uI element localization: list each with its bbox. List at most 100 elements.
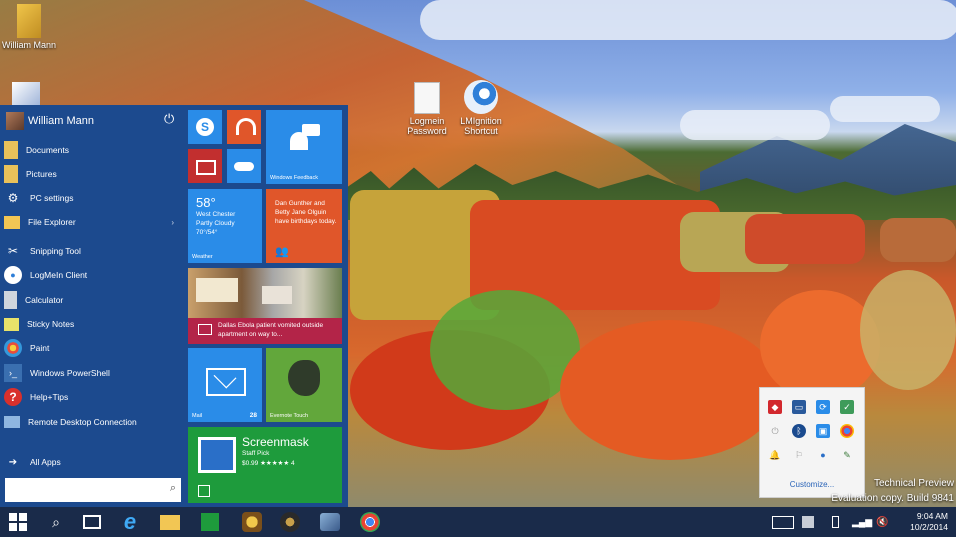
start-item-pictures[interactable]: Pictures — [4, 163, 180, 185]
customize-link[interactable]: Customize... — [760, 480, 864, 489]
tile-onedrive[interactable] — [227, 149, 261, 183]
start-item-label: Remote Desktop Connection — [28, 417, 137, 427]
tile-windows-feedback[interactable]: Windows Feedback — [266, 110, 342, 184]
start-item-remote-desktop[interactable]: Remote Desktop Connection — [4, 411, 180, 433]
gear-icon: ⚙ — [7, 191, 19, 205]
document-icon — [414, 82, 440, 114]
tile-skype[interactable]: S — [188, 110, 222, 144]
start-item-paint[interactable]: Paint — [4, 337, 180, 359]
pen-icon[interactable]: ✎ — [840, 448, 854, 462]
network-icon[interactable]: ▂▄▆ — [852, 507, 872, 537]
start-item-label: PC settings — [30, 193, 74, 203]
remote-desktop-icon — [4, 416, 20, 428]
start-search-input[interactable]: ⌕ — [5, 478, 181, 502]
taskbar-file-explorer[interactable] — [156, 510, 184, 534]
tile-mail[interactable]: Mail 28 — [188, 348, 262, 422]
tile-label: Evernote Touch — [270, 413, 309, 419]
chevron-right-icon[interactable]: › — [171, 218, 174, 227]
chrome-icon — [360, 512, 380, 532]
chrome-tray-icon[interactable] — [840, 424, 854, 438]
start-item-label: Help+Tips — [30, 392, 69, 402]
start-item-label: Windows PowerShell — [30, 368, 110, 378]
tile-weather[interactable]: 58° West Chester Partly Cloudy 70°/54° W… — [188, 189, 262, 263]
chevron-up-icon[interactable] — [802, 507, 814, 537]
clock-date: 10/2/2014 — [910, 522, 948, 532]
desktop-icon-user-folder[interactable]: William Mann — [0, 4, 60, 50]
start-item-label: Sticky Notes — [27, 319, 75, 329]
store-app-sub: Staff Pick — [242, 450, 270, 457]
start-button[interactable] — [4, 510, 32, 534]
watermark-line1: Technical Preview — [873, 478, 954, 489]
desktop-icon-label: Password — [407, 126, 447, 136]
mail-icon — [206, 365, 246, 396]
bell-icon[interactable]: 🔔 — [768, 448, 782, 462]
start-item-label: Pictures — [26, 169, 57, 179]
display-icon[interactable]: ▭ — [792, 400, 806, 414]
desktop-icon-logmein-password[interactable]: Logmein Password — [396, 82, 458, 136]
store-bag-icon — [198, 485, 210, 497]
volume-muted-icon[interactable]: 🔇 — [876, 507, 888, 537]
desktop-icon-lmignition-shortcut[interactable]: LMIgnition Shortcut — [450, 80, 512, 136]
sticky-notes-icon — [4, 317, 19, 331]
tile-video[interactable] — [188, 149, 222, 183]
screenshot-app-icon — [320, 513, 340, 531]
start-item-calculator[interactable]: Calculator — [4, 289, 180, 311]
bluetooth-icon[interactable]: ᛒ — [792, 424, 806, 438]
taskbar-app-2[interactable] — [276, 510, 304, 534]
store-icon — [201, 513, 219, 531]
taskbar-app-1[interactable] — [238, 510, 266, 534]
user-account[interactable]: William Mann — [6, 111, 94, 131]
taskbar-store[interactable] — [196, 510, 224, 534]
feedback-icon — [290, 124, 320, 150]
taskbar-app-3[interactable] — [316, 510, 344, 534]
cloud — [420, 0, 956, 40]
adobe-icon[interactable]: ◆ — [768, 400, 782, 414]
all-apps-button[interactable]: ➔ All Apps — [4, 451, 180, 473]
user-folder-icon — [17, 4, 41, 38]
start-item-logmein-client[interactable]: ● LogMeIn Client — [4, 264, 180, 286]
cloud — [680, 110, 830, 140]
checkmark-icon[interactable]: ✓ — [840, 400, 854, 414]
taskbar-chrome[interactable] — [356, 510, 384, 534]
desktop-icon-partial[interactable] — [12, 82, 40, 106]
tile-music[interactable] — [227, 110, 261, 144]
bush — [560, 320, 780, 460]
screenmask-app-icon — [198, 437, 236, 473]
tile-store[interactable]: Screenmask Staff Pick $0.99 ★★★★★ 4 — [188, 427, 342, 503]
store-app-price: $0.99 ★★★★★ 4 — [242, 460, 295, 467]
app-icon — [242, 512, 262, 532]
search-button[interactable]: ⌕ — [42, 510, 70, 534]
power-button[interactable]: ⏻ — [164, 111, 174, 127]
start-item-pc-settings[interactable]: ⚙ PC settings — [4, 187, 180, 209]
task-view-button[interactable] — [78, 510, 106, 534]
tile-people[interactable]: Dan Gunther and Betty Jane Olguin have b… — [266, 189, 342, 263]
tile-news[interactable]: Dallas Ebola patient vomited outside apa… — [188, 268, 342, 344]
start-item-powershell[interactable]: ›_ Windows PowerShell — [4, 362, 180, 384]
start-item-help-tips[interactable]: ? Help+Tips — [4, 386, 180, 408]
sync-icon[interactable]: ⟳ — [816, 400, 830, 414]
desktop-icon-label: Logmein — [409, 116, 445, 126]
taskbar-clock[interactable]: 9:04 AM 10/2/2014 — [890, 511, 948, 533]
start-item-documents[interactable]: Documents — [4, 139, 180, 161]
cloud — [830, 96, 940, 122]
power-plug-icon[interactable]: ⏻ — [768, 424, 782, 438]
tile-label: Windows Feedback — [270, 175, 318, 181]
tile-evernote[interactable]: Evernote Touch — [266, 348, 342, 422]
windows-logo-icon — [9, 513, 27, 531]
logmein-tray-icon[interactable]: ● — [816, 448, 830, 462]
people-birthday-text: Dan Gunther and Betty Jane Olguin have b… — [275, 200, 337, 225]
start-item-sticky-notes[interactable]: Sticky Notes — [4, 313, 180, 335]
start-item-label: File Explorer — [28, 217, 76, 227]
start-item-file-explorer[interactable]: File Explorer › — [4, 211, 180, 233]
skype-icon: S — [196, 118, 214, 136]
paint-icon — [4, 339, 22, 357]
clock-time: 9:04 AM — [916, 511, 948, 521]
flag-icon[interactable]: ⚐ — [792, 448, 806, 462]
keyboard-icon[interactable] — [772, 507, 794, 537]
taskbar: ⌕ e ▂▄▆ 🔇 9:04 AM 10/2/2014 — [0, 507, 956, 537]
battery-icon[interactable] — [832, 507, 839, 537]
bush — [860, 270, 956, 390]
start-item-snipping-tool[interactable]: ✂ Snipping Tool — [4, 240, 180, 262]
network-app-icon[interactable]: ▣ — [816, 424, 830, 438]
taskbar-internet-explorer[interactable]: e — [116, 509, 144, 534]
